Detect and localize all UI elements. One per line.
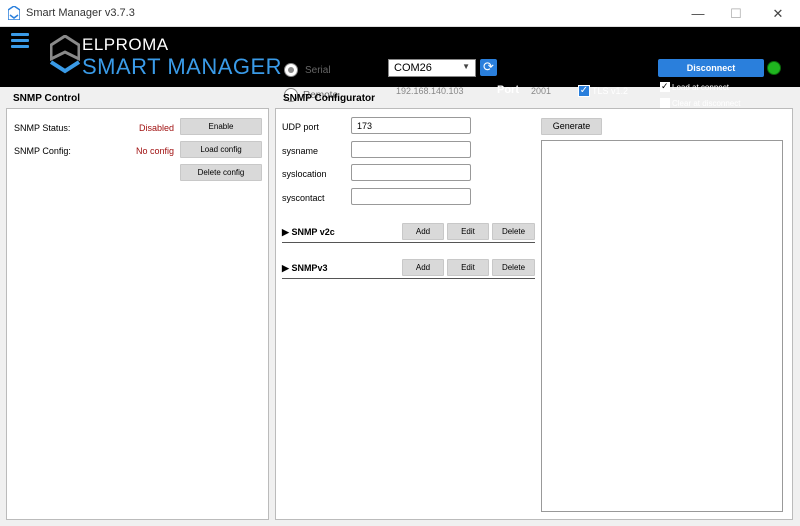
com-port-value: COM26 — [394, 62, 432, 74]
snmpv3-delete-button[interactable]: Delete — [492, 259, 535, 276]
snmp-config-label: SNMP Config: — [14, 146, 71, 156]
delete-config-button[interactable]: Delete config — [180, 164, 262, 181]
enable-button[interactable]: Enable — [180, 118, 262, 135]
snmp-config-value: No config — [135, 146, 174, 156]
tls-label: TLS v1.2 — [592, 86, 629, 96]
maximize-button[interactable]: ☐ — [718, 0, 754, 27]
syscontact-label: syscontact — [282, 193, 325, 203]
snmpv3-title: SNMPv3 — [291, 263, 328, 273]
divider — [282, 278, 535, 279]
com-port-select[interactable]: COM26 ▼ — [388, 59, 476, 77]
generated-config-output[interactable] — [541, 140, 783, 512]
udp-port-input[interactable]: 173 — [351, 117, 471, 134]
product-name: SMART MANAGER — [82, 54, 283, 79]
udp-port-label: UDP port — [282, 122, 319, 132]
brand-name: ELPROMA — [82, 35, 169, 54]
snmp-status-label: SNMP Status: — [14, 123, 71, 133]
snmp-control-panel: SNMP Status: Disabled Enable SNMP Config… — [6, 108, 269, 520]
app-header: ELPROMA SMART MANAGER Serial Remote COM2… — [0, 27, 800, 108]
generate-button[interactable]: Generate — [541, 118, 602, 135]
load-at-connect-label: Load at connect — [672, 83, 729, 92]
snmpv3-edit-button[interactable]: Edit — [447, 259, 489, 276]
sysname-label: sysname — [282, 146, 319, 156]
snmp-v2c-delete-button[interactable]: Delete — [492, 223, 535, 240]
clear-at-disconnect-checkbox[interactable] — [660, 98, 670, 108]
snmp-configurator-title: SNMP Configurator — [283, 93, 376, 104]
snmpv3-add-button[interactable]: Add — [402, 259, 444, 276]
sysname-input[interactable] — [351, 141, 471, 158]
elproma-logo-icon — [50, 35, 80, 74]
refresh-icon[interactable]: ⟳ — [480, 59, 497, 76]
clear-at-disconnect-label: Clear at disconnect — [672, 99, 741, 108]
title-bar: Smart Manager v3.7.3 — ☐ ✕ — [0, 0, 800, 27]
snmp-control-title: SNMP Control — [13, 93, 81, 104]
minimize-button[interactable]: — — [680, 0, 716, 27]
snmp-status-value: Disabled — [138, 123, 174, 133]
snmp-v2c-edit-button[interactable]: Edit — [447, 223, 489, 240]
port-label: Port — [497, 84, 519, 96]
snmp-v2c-add-button[interactable]: Add — [402, 223, 444, 240]
disconnect-button[interactable]: Disconnect — [658, 59, 764, 77]
chevron-down-icon: ▼ — [462, 62, 470, 71]
snmp-v2c-title: SNMP v2c — [291, 227, 335, 237]
expand-triangle-icon: ▶ — [282, 263, 289, 273]
connection-status-icon — [767, 61, 781, 75]
syslocation-input[interactable] — [351, 164, 471, 181]
serial-radio[interactable] — [284, 63, 298, 77]
syscontact-input[interactable] — [351, 188, 471, 205]
serial-radio-label: Serial — [305, 65, 331, 76]
close-button[interactable]: ✕ — [760, 0, 796, 27]
load-config-button[interactable]: Load config — [180, 141, 262, 158]
port-value: 2001 — [531, 86, 552, 96]
tls-checkbox[interactable]: ✓ — [578, 85, 590, 97]
ip-address: 192.168.140.103 — [396, 86, 464, 96]
expand-triangle-icon: ▶ — [282, 227, 289, 237]
hamburger-menu-icon[interactable] — [11, 33, 29, 49]
load-at-connect-checkbox[interactable] — [660, 81, 670, 92]
syslocation-label: syslocation — [282, 169, 327, 179]
window-title: Smart Manager v3.7.3 — [26, 7, 135, 19]
divider — [282, 242, 535, 243]
app-icon — [8, 6, 20, 20]
